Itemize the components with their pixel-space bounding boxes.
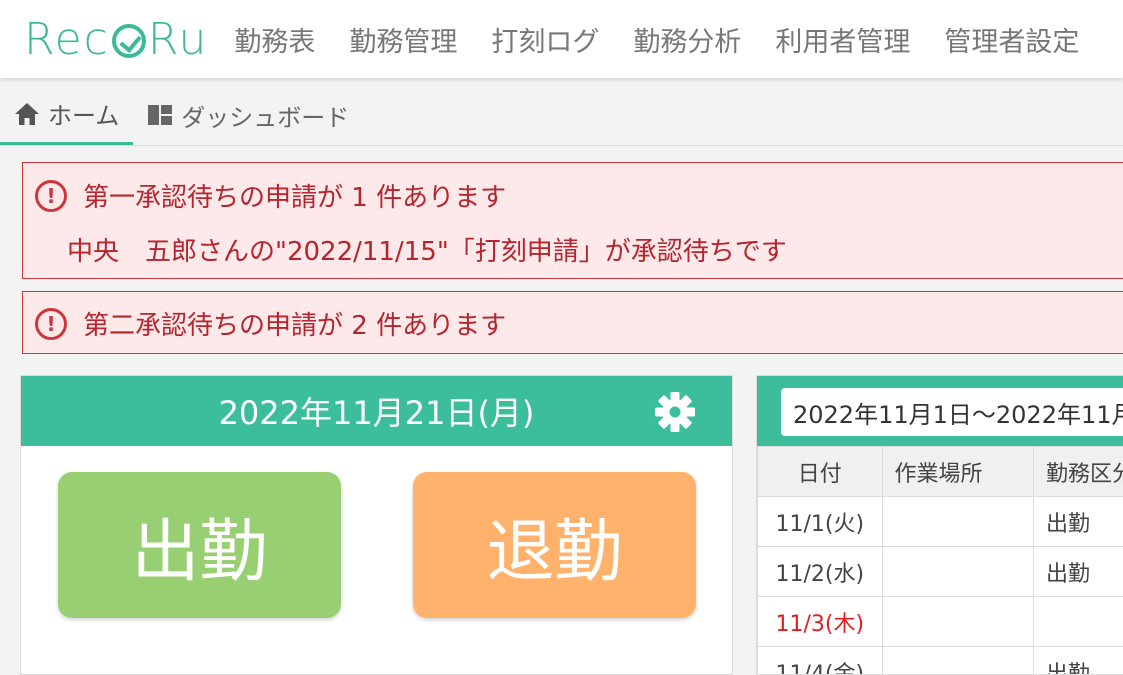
nav-timesheet[interactable]: 勤務表 xyxy=(234,20,315,59)
table-row[interactable]: 11/2(水) 出勤 xyxy=(758,547,1123,597)
nav-work-analysis[interactable]: 勤務分析 xyxy=(633,20,741,59)
logo-text-end: Ru xyxy=(148,14,208,65)
attendance-record-panel: 2022年11月1日～2022年11月30日 日付 作業場所 勤務区分 11/1… xyxy=(756,375,1123,675)
dashboard-icon xyxy=(147,104,173,126)
nav-punch-log[interactable]: 打刻ログ xyxy=(491,20,599,59)
table-row[interactable]: 11/3(木) xyxy=(758,597,1123,647)
row-date: 11/2(水) xyxy=(758,547,883,597)
row-work-type: 出勤 xyxy=(1033,647,1123,675)
logo-check-icon xyxy=(112,24,146,58)
time-clock-panel: 2022年11月21日(月) 出勤 退勤 xyxy=(20,375,733,675)
exclamation-circle-icon: ! xyxy=(35,308,67,340)
row-place xyxy=(882,547,1033,597)
row-date: 11/4(金) xyxy=(758,647,883,675)
tab-home-label: ホーム xyxy=(48,96,119,131)
nav-work-management[interactable]: 勤務管理 xyxy=(349,20,457,59)
row-work-type: 出勤 xyxy=(1033,497,1123,547)
main-nav: 勤務表 勤務管理 打刻ログ 勤務分析 利用者管理 管理者設定 xyxy=(234,20,1113,59)
clock-out-button[interactable]: 退勤 xyxy=(413,472,696,618)
row-place xyxy=(882,597,1033,647)
row-date-holiday: 11/3(木) xyxy=(758,597,883,647)
exclamation-circle-icon: ! xyxy=(35,180,67,212)
clock-in-button[interactable]: 出勤 xyxy=(58,472,341,618)
nav-user-management[interactable]: 利用者管理 xyxy=(775,20,910,59)
column-work-type: 勤務区分 xyxy=(1033,447,1123,497)
nav-admin-settings[interactable]: 管理者設定 xyxy=(944,20,1079,59)
recoru-logo[interactable]: Rec Ru xyxy=(24,14,208,65)
table-row[interactable]: 11/1(火) 出勤 xyxy=(758,497,1123,547)
table-header-row: 日付 作業場所 勤務区分 xyxy=(758,447,1123,497)
tab-dashboard[interactable]: ダッシュボード xyxy=(133,85,363,145)
current-date: 2022年11月21日(月) xyxy=(219,388,535,434)
second-approval-alert[interactable]: ! 第二承認待ちの申請が 2 件あります xyxy=(22,291,1123,354)
row-place xyxy=(882,497,1033,547)
row-work-type: 出勤 xyxy=(1033,547,1123,597)
second-approval-title: 第二承認待ちの申請が 2 件あります xyxy=(83,305,506,342)
home-icon xyxy=(14,102,40,126)
column-place: 作業場所 xyxy=(882,447,1033,497)
logo-text-start: Rec xyxy=(24,14,110,65)
first-approval-detail[interactable]: 中央 五郎さんの"2022/11/15"「打刻申請」が承認待ちです xyxy=(67,231,787,268)
first-approval-alert[interactable]: ! 第一承認待ちの申請が 1 件あります 中央 五郎さんの"2022/11/15… xyxy=(22,162,1123,279)
column-date: 日付 xyxy=(758,447,883,497)
tab-dashboard-label: ダッシュボード xyxy=(181,98,349,133)
table-row[interactable]: 11/4(金) 出勤 xyxy=(758,647,1123,675)
row-place xyxy=(882,647,1033,675)
date-range-select[interactable]: 2022年11月1日～2022年11月30日 xyxy=(781,388,1123,436)
row-work-type xyxy=(1033,597,1123,647)
first-approval-title: 第一承認待ちの申請が 1 件あります xyxy=(83,177,506,214)
clock-header: 2022年11月21日(月) xyxy=(21,376,732,446)
attendance-table: 日付 作業場所 勤務区分 11/1(火) 出勤 11/2(水) 出勤 11/3(… xyxy=(757,446,1123,675)
tab-home[interactable]: ホーム xyxy=(0,85,133,145)
row-date: 11/1(火) xyxy=(758,497,883,547)
record-toolbar: 2022年11月1日～2022年11月30日 xyxy=(757,376,1123,446)
gear-icon[interactable] xyxy=(654,391,696,433)
app-header: Rec Ru 勤務表 勤務管理 打刻ログ 勤務分析 利用者管理 管理者設定 xyxy=(0,0,1123,78)
page-tabs: ホーム ダッシュボード xyxy=(0,86,1123,146)
